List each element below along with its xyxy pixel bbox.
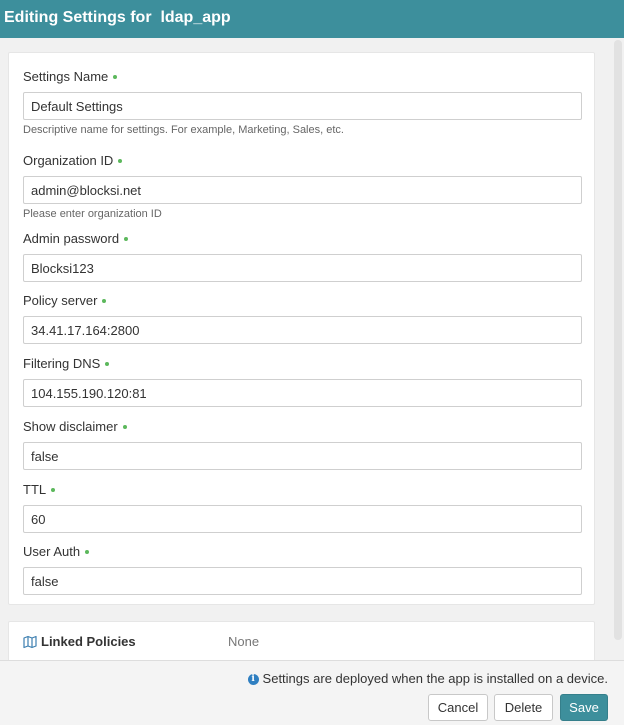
organization-id-help: Please enter organization ID	[23, 208, 162, 220]
required-indicator	[102, 298, 107, 303]
settings-name-input[interactable]	[23, 92, 582, 120]
linked-policies-value: None	[228, 634, 260, 649]
required-indicator	[118, 158, 123, 163]
user-auth-label: User Auth	[23, 544, 81, 559]
settings-scroll-area[interactable]: Settings Name Descriptive name for setti…	[0, 38, 624, 660]
admin-password-input[interactable]	[23, 254, 582, 282]
ttl-label: TTL	[23, 482, 47, 497]
show-disclaimer-input[interactable]	[23, 442, 582, 470]
filtering-dns-label: Filtering DNS	[23, 356, 101, 371]
settings-name-field: Settings Name Descriptive name for setti…	[23, 69, 583, 137]
organization-id-field: Organization ID Please enter organizatio…	[23, 153, 583, 221]
info-icon: i	[247, 673, 259, 685]
user-auth-input[interactable]	[23, 567, 582, 595]
admin-password-label: Admin password	[23, 231, 120, 246]
dialog-title: Editing Settings for ldap_app	[0, 0, 624, 38]
scrollbar-thumb[interactable]	[614, 40, 622, 640]
policy-server-label: Policy server	[23, 293, 98, 308]
organization-id-label: Organization ID	[23, 153, 114, 168]
filtering-dns-field: Filtering DNS	[23, 356, 583, 407]
required-indicator	[113, 74, 118, 79]
show-disclaimer-label: Show disclaimer	[23, 419, 118, 434]
required-indicator	[122, 424, 127, 429]
settings-name-label: Settings Name	[23, 69, 109, 84]
ttl-input[interactable]	[23, 505, 582, 533]
required-indicator	[105, 361, 110, 366]
settings-name-help: Descriptive name for settings. For examp…	[23, 124, 344, 136]
deploy-note-text: Settings are deployed when the app is in…	[262, 671, 608, 686]
delete-button[interactable]: Delete	[494, 694, 553, 721]
filtering-dns-input[interactable]	[23, 379, 582, 407]
deploy-note: i Settings are deployed when the app is …	[247, 671, 608, 687]
cancel-button[interactable]: Cancel	[428, 694, 488, 721]
linked-policies-card: Linked Policies None	[8, 621, 595, 660]
linked-policies-title: Linked Policies	[41, 634, 136, 649]
map-icon	[23, 635, 37, 649]
policy-server-input[interactable]	[23, 316, 582, 344]
required-indicator	[124, 236, 129, 241]
ttl-field: TTL	[23, 482, 583, 533]
user-auth-field: User Auth	[23, 544, 583, 595]
admin-password-field: Admin password	[23, 231, 583, 282]
required-indicator	[85, 549, 90, 554]
required-indicator	[51, 487, 56, 492]
settings-form-card: Settings Name Descriptive name for setti…	[8, 52, 595, 605]
organization-id-input[interactable]	[23, 176, 582, 204]
save-button[interactable]: Save	[560, 694, 608, 721]
dialog-footer: i Settings are deployed when the app is …	[0, 660, 624, 725]
scrollbar[interactable]	[612, 38, 624, 660]
policy-server-field: Policy server	[23, 293, 583, 344]
show-disclaimer-field: Show disclaimer	[23, 419, 583, 470]
